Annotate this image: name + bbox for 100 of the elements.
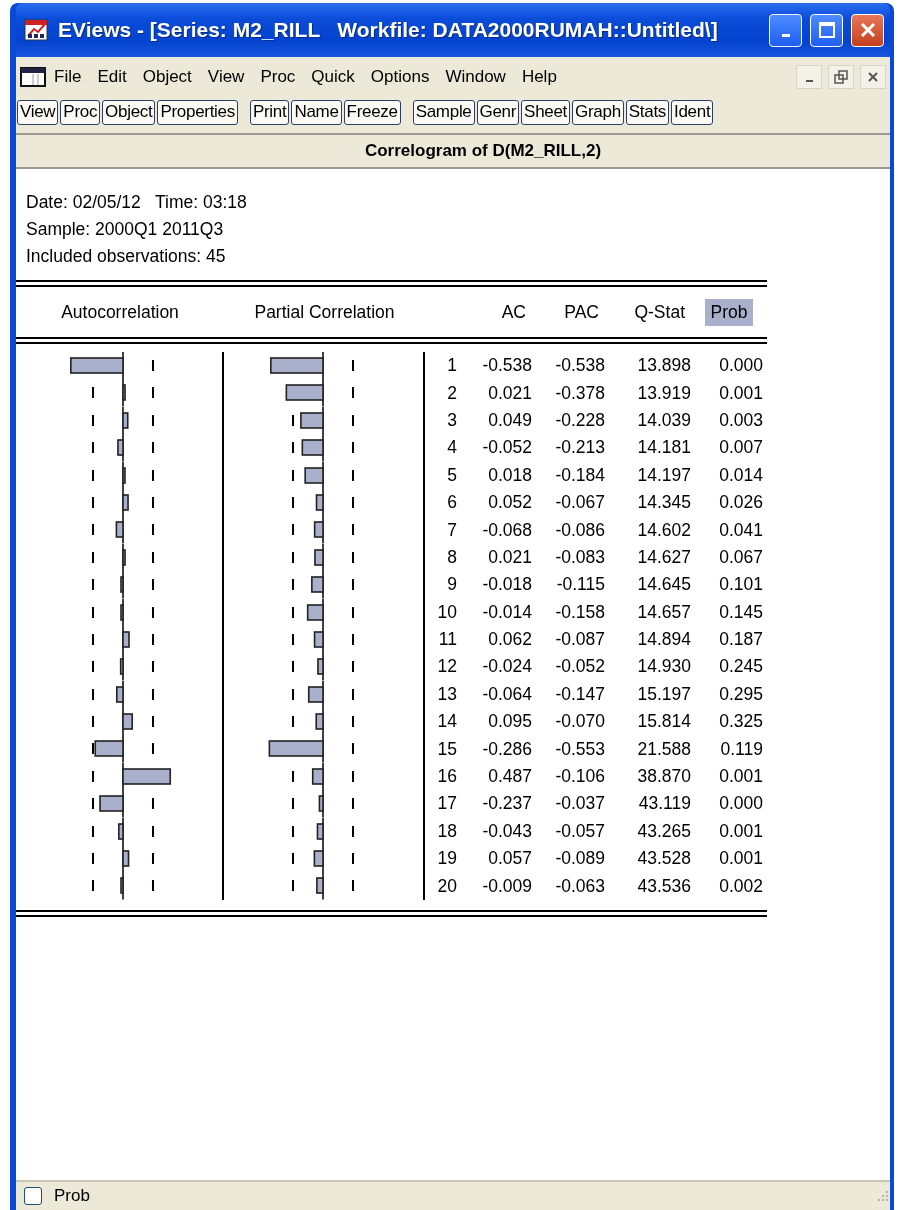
prob-value: 0.041	[719, 519, 763, 541]
toolbar-button[interactable]: Ident	[671, 99, 714, 125]
correlation-bar	[304, 466, 324, 484]
bound-mark	[152, 579, 154, 591]
ac-value: -0.052	[482, 437, 532, 459]
bound-mark	[292, 853, 294, 864]
correlation-bar	[122, 631, 130, 648]
document-icon[interactable]	[20, 67, 46, 87]
q-stat-value: 43.119	[638, 793, 691, 815]
toolbar-button[interactable]: Name	[291, 99, 342, 125]
close-button[interactable]	[860, 65, 886, 89]
column-header[interactable]: AC	[495, 298, 532, 326]
bound-mark	[92, 880, 94, 892]
toolbar-button[interactable]: Sample	[412, 99, 475, 125]
toolbar-button[interactable]: Stats	[625, 99, 670, 125]
minimize-button[interactable]	[796, 65, 822, 89]
prob-value: 0.119	[720, 738, 763, 760]
bound-mark	[292, 880, 294, 892]
ac-value: -0.286	[482, 738, 532, 760]
checkbox[interactable]	[24, 1187, 42, 1205]
pac-value: -0.115	[556, 574, 605, 596]
menu-item[interactable]: File	[46, 64, 90, 90]
view-title: Correlogram of D(M2_RILL,2)	[364, 141, 602, 161]
correlation-bar	[315, 494, 324, 511]
correlation-bar	[307, 685, 324, 703]
prob-value: 0.026	[719, 492, 763, 514]
menu-item[interactable]: Help	[513, 64, 565, 90]
q-stat-value: 13.898	[637, 355, 691, 377]
bound-mark	[292, 633, 294, 645]
bound-mark	[352, 579, 354, 591]
toolbar-button[interactable]: Print	[249, 99, 290, 125]
menu-item[interactable]: Options	[362, 64, 438, 90]
correlation-bar	[313, 850, 324, 867]
restore-button[interactable]	[828, 65, 854, 89]
bound-mark	[292, 798, 294, 810]
bound-mark	[292, 606, 294, 618]
lag-number: 15	[437, 738, 457, 760]
prob-value: 0.325	[719, 711, 763, 733]
column-header[interactable]: Prob	[704, 298, 754, 326]
lag-number: 7	[447, 519, 457, 541]
bound-mark	[292, 579, 294, 591]
menu-item[interactable]: Window	[437, 64, 514, 90]
lag-number: 1	[447, 355, 457, 377]
prob-value: 0.000	[719, 793, 763, 815]
bound-mark	[352, 633, 354, 645]
bound-mark	[92, 716, 94, 728]
correlation-bar	[306, 603, 324, 621]
column-header[interactable]: PAC	[558, 298, 605, 326]
correlation-bar	[270, 357, 324, 374]
ac-value: -0.064	[482, 683, 532, 705]
q-stat-value: 13.919	[637, 382, 691, 404]
ac-value: -0.024	[482, 656, 532, 678]
toolbar-button[interactable]: Proc	[60, 99, 101, 125]
pac-value: -0.378	[555, 382, 605, 404]
correlation-bar	[317, 658, 324, 676]
prob-value: 0.000	[719, 355, 763, 377]
pac-value: -0.086	[555, 519, 605, 541]
minimize-icon	[805, 80, 813, 82]
toolbar-button[interactable]: View	[17, 99, 59, 125]
toolbar-button[interactable]: Object	[102, 99, 156, 125]
prob-value: 0.187	[719, 629, 763, 651]
bound-mark	[92, 496, 94, 508]
toolbar-button[interactable]: Properties	[157, 99, 238, 125]
lag-number: 2	[447, 382, 457, 404]
q-stat-value: 14.645	[637, 574, 691, 596]
menu-item[interactable]: Edit	[89, 64, 135, 90]
resize-grip-icon[interactable]	[876, 1189, 890, 1203]
correlation-bar	[94, 740, 124, 758]
bound-mark	[352, 853, 354, 864]
menu-item[interactable]: Proc	[252, 64, 304, 90]
correlation-bar	[300, 411, 324, 429]
prob-value: 0.145	[719, 601, 763, 623]
column-header[interactable]: Partial Correlation	[248, 298, 401, 326]
info-line: Date: 02/05/12 Time: 03:18	[26, 191, 247, 214]
lag-number: 17	[437, 793, 457, 815]
maximize-button[interactable]	[810, 13, 843, 47]
status-text: Prob	[54, 1186, 90, 1206]
lag-number: 10	[437, 601, 457, 623]
bound-mark	[152, 360, 154, 371]
app-icon[interactable]	[24, 17, 50, 43]
bound-mark	[92, 633, 94, 645]
menu-item[interactable]: Quick	[303, 64, 363, 90]
toolbar-button[interactable]: Graph	[572, 99, 624, 125]
bound-mark	[292, 469, 294, 481]
pac-value: -0.228	[555, 409, 605, 431]
menu-item[interactable]: Object	[134, 64, 200, 90]
menu-item[interactable]: View	[199, 64, 253, 90]
bound-mark	[352, 743, 354, 755]
column-header[interactable]: Autocorrelation	[55, 298, 185, 326]
lag-number: 16	[437, 766, 457, 788]
lag-number: 13	[437, 683, 457, 705]
correlation-bar	[313, 521, 324, 539]
pac-value: -0.213	[555, 437, 605, 459]
column-header[interactable]: Q-Stat	[628, 298, 691, 326]
toolbar-button[interactable]: Genr	[476, 99, 520, 125]
pac-value: -0.037	[555, 793, 605, 815]
bound-mark	[292, 442, 294, 454]
toolbar-button[interactable]: Sheet	[521, 99, 571, 125]
toolbar-button[interactable]: Freeze	[343, 99, 401, 125]
ac-value: 0.021	[488, 546, 532, 568]
